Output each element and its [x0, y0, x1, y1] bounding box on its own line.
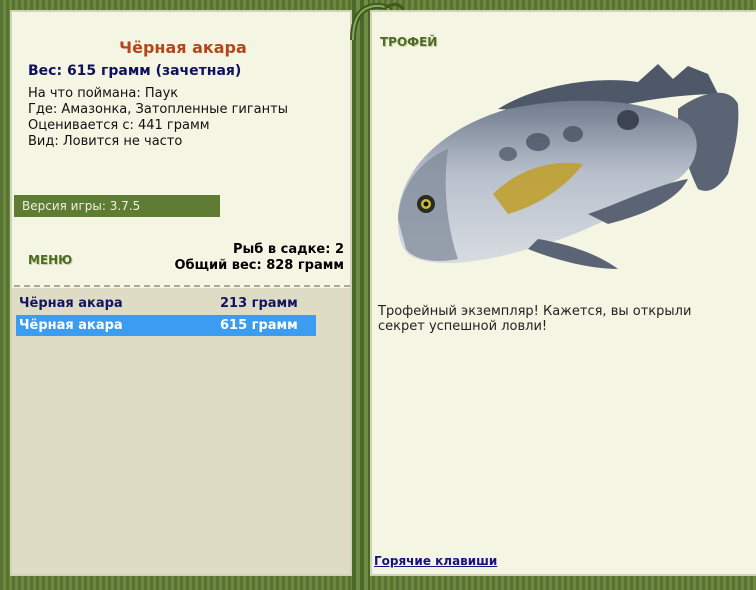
hotkeys-link[interactable]: Горячие клавиши [374, 554, 497, 568]
fish-weight: Вес: 615 грамм (зачетная) [28, 63, 242, 79]
dashed-divider [14, 285, 350, 287]
fish-location: Где: Амазонка, Затопленные гиганты [28, 102, 288, 117]
vine-divider [352, 0, 370, 590]
fish-info-panel: Чёрная акара Вес: 615 грамм (зачетная) Н… [10, 10, 352, 576]
catch-list-item-selected[interactable]: Чёрная акара 615 грамм [16, 315, 316, 336]
keep-net-count: Рыб в садке: 2 [232, 242, 344, 257]
menu-button[interactable]: МЕНЮ [28, 253, 72, 267]
catch-list: Чёрная акара 213 грамм Чёрная акара 615 … [12, 288, 350, 574]
trophy-message: Трофейный экземпляр! Кажется, вы открыли… [378, 304, 692, 334]
keep-net-total-weight: Общий вес: 828 грамм [174, 258, 344, 273]
trophy-label: ТРОФЕЙ [380, 35, 438, 49]
catch-item-weight: 213 грамм [220, 296, 298, 311]
fish-rarity: Вид: Ловится не часто [28, 134, 183, 149]
trophy-panel: ТРОФЕЙ Трофейный экземпляр! Кажется, вы … [370, 10, 756, 576]
fish-name-title: Чёрная акара [119, 38, 247, 57]
game-version-bar: Версия игры: 3.7.5 [14, 195, 220, 217]
catch-item-weight: 615 грамм [220, 318, 298, 333]
catch-list-item[interactable]: Чёрная акара 213 грамм [16, 293, 316, 314]
catch-item-name: Чёрная акара [19, 318, 123, 333]
fish-valued-from: Оценивается с: 441 грамм [28, 118, 210, 133]
fish-picture [398, 64, 739, 269]
catch-item-name: Чёрная акара [19, 296, 123, 311]
keep-net-stats: Рыб в садке: 2 Общий вес: 828 грамм [174, 242, 344, 274]
fish-bait: На что поймана: Паук [28, 86, 179, 101]
